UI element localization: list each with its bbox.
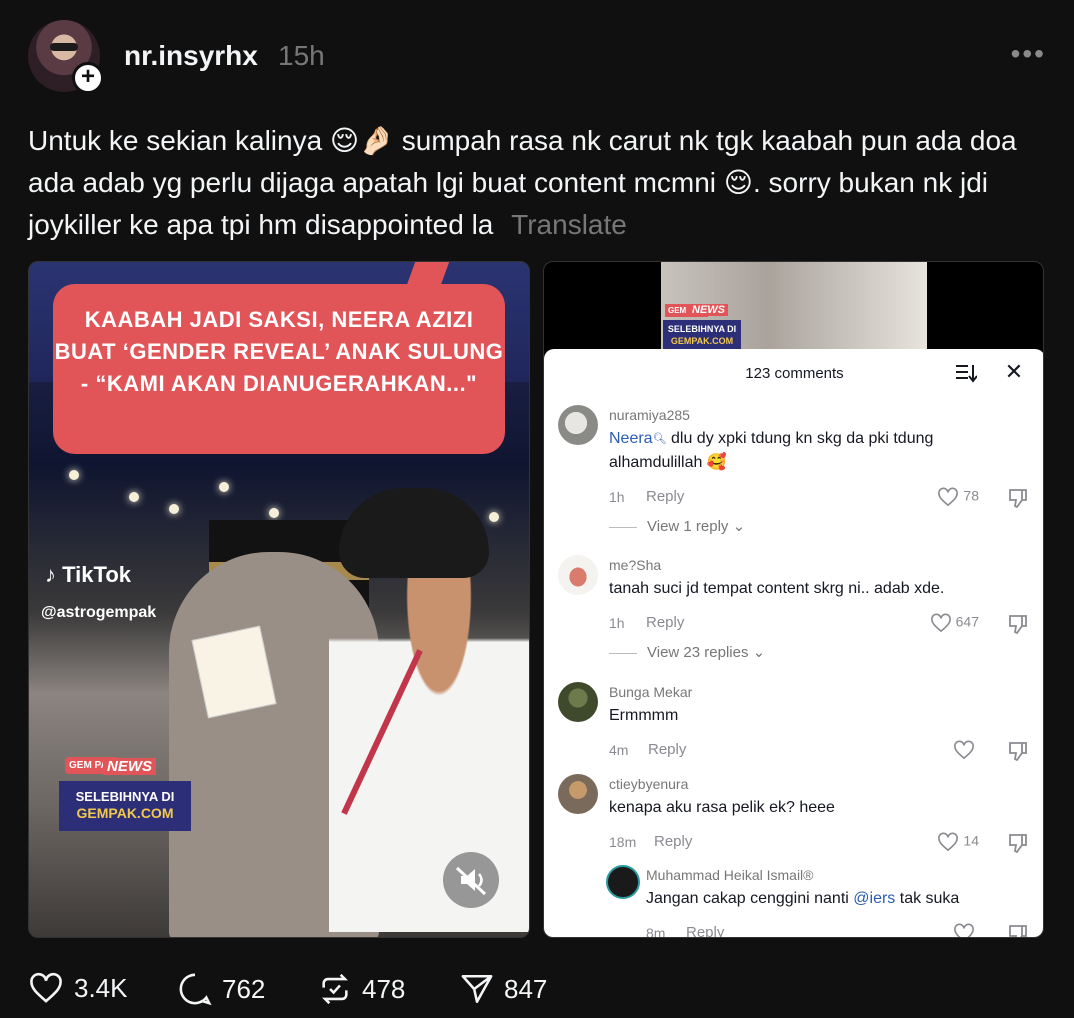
view-replies-label[interactable]: View 1 reply ⌄ <box>647 518 745 535</box>
gempak-box: SELEBIHNYA DI GEMPAK.COM <box>663 320 741 350</box>
commenter-name[interactable]: Muhammad Heikal Ismail® <box>646 867 813 883</box>
dislike-icon[interactable] <box>1007 487 1029 509</box>
top-video-frame: GEM PAK NEWS SELEBIHNYA DI GEMPAK.COM <box>661 262 927 354</box>
follow-plus-icon[interactable]: + <box>72 62 104 94</box>
mention-name[interactable]: Neera <box>609 430 653 447</box>
video-thumbnail-left[interactable]: KAABAH JADI SAKSI, NEERA AZIZI BUAT ‘GEN… <box>28 261 530 938</box>
avatar-glasses <box>50 43 78 51</box>
share-count: 847 <box>504 973 548 1004</box>
reply-button[interactable]: Reply <box>654 833 692 850</box>
comment-text: Jangan cakap cenggini nanti @iers tak su… <box>646 887 1026 911</box>
sort-icon[interactable] <box>955 363 977 383</box>
comment-body: Jangan cakap cenggini nanti <box>646 890 854 907</box>
commenter-name[interactable]: nuramiya285 <box>609 407 690 423</box>
repost-icon <box>322 973 348 1005</box>
dislike-icon[interactable] <box>1007 923 1029 938</box>
comment-icon <box>179 973 212 1006</box>
close-icon[interactable]: ✕ <box>1003 361 1025 383</box>
heart-icon <box>938 487 959 507</box>
divider <box>609 652 637 654</box>
like-count: 3.4K <box>74 972 128 1003</box>
dislike-icon[interactable] <box>1007 740 1029 762</box>
more-options-icon[interactable]: ••• <box>1011 40 1046 68</box>
gempak-news-badge: GEM PAK NEWS SELEBIHNYA DI GEMPAK.COM <box>59 757 191 833</box>
like-button[interactable]: 647 <box>909 613 979 633</box>
comment-count: 762 <box>222 973 266 1004</box>
repost-button[interactable]: 478 <box>318 972 405 1006</box>
send-icon <box>461 974 493 1004</box>
gempak-line2: GEMPAK.COM <box>76 805 174 821</box>
commenter-avatar[interactable] <box>558 405 598 445</box>
mention-link[interactable]: Neera🔍︎ <box>609 430 667 447</box>
commenter-name[interactable]: ctieybyenura <box>609 776 688 792</box>
commenter-avatar[interactable] <box>606 865 640 899</box>
comment-time: 1h <box>609 615 625 631</box>
comment-time: 4m <box>609 742 629 758</box>
commenter-avatar[interactable] <box>558 774 598 814</box>
commenter-avatar[interactable] <box>558 682 598 722</box>
heart-icon <box>954 923 974 937</box>
dislike-icon[interactable] <box>1007 832 1029 854</box>
commenter-avatar[interactable] <box>558 555 598 595</box>
gempak-line1: SELEBIHNYA DI <box>667 324 737 334</box>
view-replies-link[interactable]: View 23 replies ⌄ <box>609 643 765 661</box>
commenter-name[interactable]: Bunga Mekar <box>609 684 692 700</box>
view-replies-label[interactable]: View 23 replies ⌄ <box>647 644 765 661</box>
comment-time: 8m <box>646 925 666 938</box>
like-count: 78 <box>963 487 979 504</box>
gempak-box: SELEBIHNYA DI GEMPAK.COM <box>59 781 191 831</box>
reply-button[interactable]: Reply <box>686 924 724 937</box>
gempak-line2: GEMPAK.COM <box>670 336 734 346</box>
like-post-button[interactable]: 3.4K <box>28 972 128 1004</box>
heart-icon <box>938 832 959 852</box>
like-button[interactable] <box>909 923 979 937</box>
like-count: 14 <box>963 832 979 849</box>
comments-header: 123 comments ✕ <box>544 349 1043 397</box>
news-label: NEWS <box>689 304 728 316</box>
comment-text: Neera🔍︎ dlu dy xpki tdung kn skg da pki … <box>609 427 1009 475</box>
comment-body: tak suka <box>895 890 960 907</box>
tiktok-watermark: ♪ TikTok <box>45 562 131 587</box>
username[interactable]: nr.insyrhx <box>124 40 258 72</box>
like-button[interactable]: 78 <box>909 487 979 507</box>
mention-link[interactable]: @iers <box>853 890 895 907</box>
heart-icon <box>930 613 951 633</box>
view-replies-link[interactable]: View 1 reply ⌄ <box>609 517 745 535</box>
comment-time: 18m <box>609 834 637 850</box>
reply-button[interactable]: Reply <box>646 614 684 631</box>
like-button[interactable] <box>909 740 979 760</box>
tiktok-handle: @astrogempak <box>41 604 157 621</box>
tiktok-label: TikTok <box>62 562 131 587</box>
muted-speaker-icon <box>455 866 487 896</box>
comment-text: tanah suci jd tempat content skrg ni.. a… <box>609 580 945 597</box>
dislike-icon[interactable] <box>1007 613 1029 635</box>
gempak-line1: SELEBIHNYA DI <box>75 789 175 804</box>
post-actions: 3.4K 762 478 847 <box>28 964 728 1012</box>
heart-icon <box>30 972 62 1003</box>
commenter-name[interactable]: me?Sha <box>609 557 661 573</box>
reply-button[interactable]: Reply <box>648 741 686 758</box>
comment-button[interactable]: 762 <box>178 972 265 1006</box>
comments-panel: 123 comments ✕ nuramiya285 Neera🔍︎ dlu d… <box>544 349 1043 938</box>
mute-button[interactable] <box>443 852 499 908</box>
heart-icon <box>954 740 974 760</box>
translate-link[interactable]: Translate <box>511 209 627 240</box>
like-button[interactable]: 14 <box>909 832 979 852</box>
comment-time: 1h <box>609 489 625 505</box>
video-headline: KAABAH JADI SAKSI, NEERA AZIZI BUAT ‘GEN… <box>53 284 505 454</box>
reply-button[interactable]: Reply <box>646 488 684 505</box>
like-count: 647 <box>955 613 979 630</box>
video-thumbnail-right[interactable]: GEM PAK NEWS SELEBIHNYA DI GEMPAK.COM 12… <box>543 261 1044 938</box>
comment-text: Ermmmm <box>609 707 679 724</box>
search-icon: 🔍︎ <box>652 433 667 445</box>
comment-text: kenapa aku rasa pelik ek? heee <box>609 799 835 816</box>
repost-count: 478 <box>362 973 406 1004</box>
divider <box>609 526 637 528</box>
post-time: 15h <box>278 40 325 71</box>
share-button[interactable]: 847 <box>460 972 547 1006</box>
news-label: NEWS <box>103 758 156 775</box>
post-text: Untuk ke sekian kalinya 😌🤌🏻 sumpah rasa … <box>28 120 1058 246</box>
post-header: + nr.insyrhx 15h ••• <box>28 20 1046 94</box>
